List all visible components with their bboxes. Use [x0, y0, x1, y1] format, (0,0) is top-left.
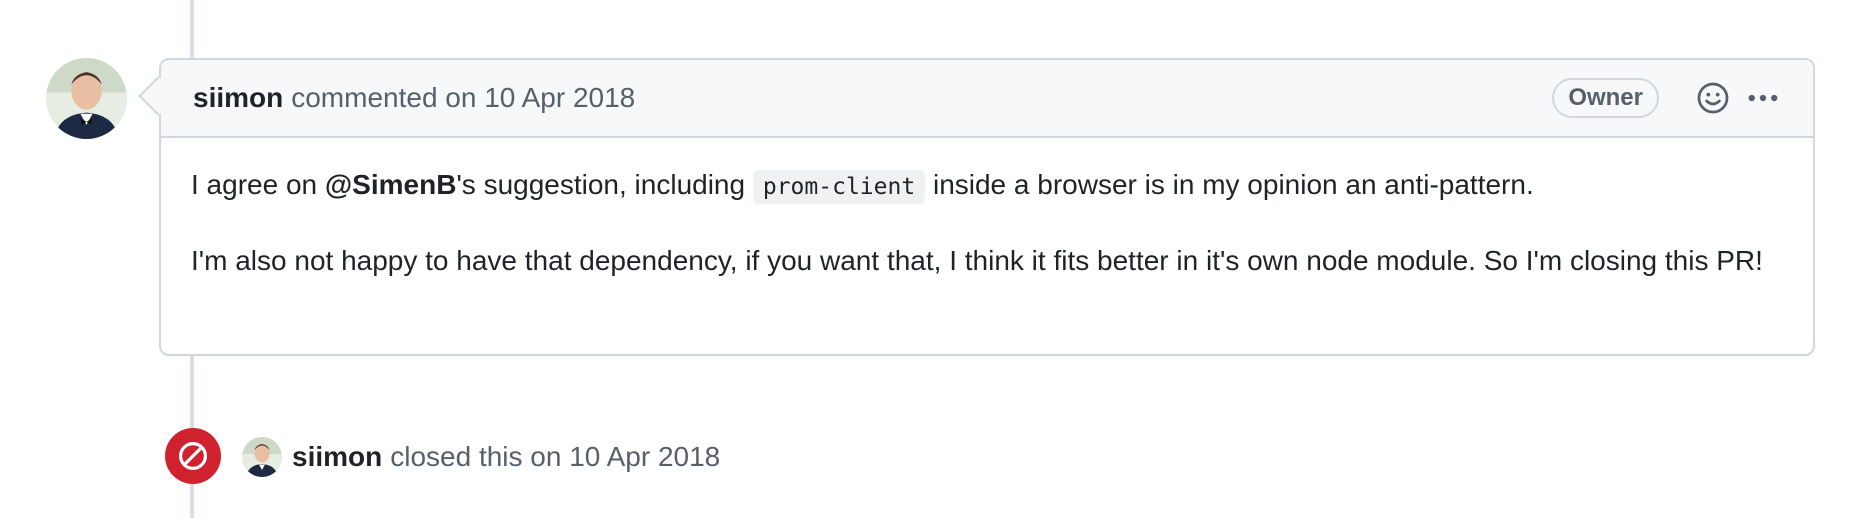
comment-paragraph-1: I agree on @SimenB's suggestion, includi…	[191, 164, 1783, 208]
comment-author-link[interactable]: siimon	[193, 82, 283, 114]
timeline-page: siimon commented on 10 Apr 2018 Owner I …	[0, 0, 1874, 518]
user-mention-link[interactable]: @SimenB	[325, 169, 457, 200]
smiley-icon	[1697, 82, 1729, 114]
event-avatar-image	[242, 437, 282, 477]
p1-text-after: inside a browser is in my opinion an ant…	[925, 169, 1534, 200]
comment-paragraph-2: I'm also not happy to have that dependen…	[191, 245, 1763, 276]
closed-event-row: siimon closed this on 10 Apr 2018	[242, 436, 720, 478]
circle-slash-icon	[179, 442, 207, 470]
avatar-image	[46, 58, 127, 139]
p1-text-middle: 's suggestion, including	[456, 169, 753, 200]
avatar[interactable]	[46, 58, 127, 139]
inline-code: prom-client	[752, 170, 926, 204]
event-author-link[interactable]: siimon	[292, 441, 382, 473]
owner-badge: Owner	[1552, 78, 1659, 118]
p1-text-before: I agree on	[191, 169, 325, 200]
comment-timestamp[interactable]: commented on 10 Apr 2018	[291, 82, 635, 114]
comment-body: I agree on @SimenB's suggestion, includi…	[161, 138, 1813, 282]
comment-box: siimon commented on 10 Apr 2018 Owner I …	[159, 58, 1815, 356]
add-reaction-button[interactable]	[1693, 78, 1733, 118]
kebab-horizontal-icon	[1748, 94, 1778, 102]
event-description[interactable]: closed this on 10 Apr 2018	[390, 441, 720, 473]
closed-event-badge	[165, 428, 221, 484]
event-avatar[interactable]	[242, 437, 282, 477]
more-options-button[interactable]	[1743, 78, 1783, 118]
comment-header: siimon commented on 10 Apr 2018 Owner	[161, 60, 1813, 138]
